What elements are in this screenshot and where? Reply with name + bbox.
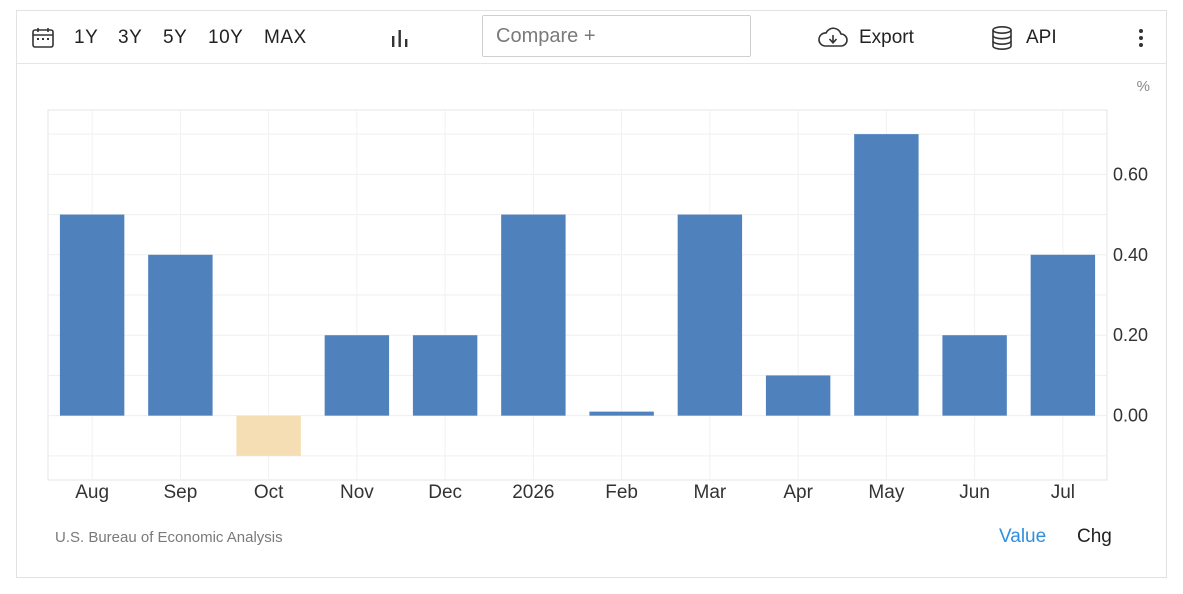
x-tick-label: Nov <box>340 482 374 503</box>
x-tick-label: Mar <box>694 482 727 503</box>
x-tick-label: Sep <box>163 482 197 503</box>
bar-jul <box>1030 254 1096 416</box>
database-icon[interactable] <box>991 11 1013 64</box>
bar-oct <box>236 415 301 456</box>
y-tick-label: 0.20 <box>1113 325 1148 345</box>
bar-jun <box>942 335 1007 416</box>
bar-sep <box>148 254 213 416</box>
value-toggle[interactable]: Value <box>999 526 1046 548</box>
y-tick-label: 0.60 <box>1113 164 1148 184</box>
source-attribution: U.S. Bureau of Economic Analysis <box>55 529 283 546</box>
chart-widget: 1Y 3Y 5Y 10Y MAX Compare + Export API Au… <box>16 10 1167 578</box>
range-3y-button[interactable]: 3Y <box>118 11 142 64</box>
more-options-icon[interactable] <box>1137 11 1145 64</box>
compare-input[interactable]: Compare + <box>482 15 751 57</box>
x-tick-label: Jul <box>1051 482 1075 503</box>
x-tick-label: 2026 <box>512 482 554 503</box>
bar-chart: Aug Sep Oct Nov Dec 2026 Feb Mar Apr May Jun Jul 0.0… <box>47 78 1150 503</box>
x-tick-label: May <box>868 482 904 503</box>
export-button[interactable]: Export <box>859 11 914 64</box>
chart-toolbar: 1Y 3Y 5Y 10Y MAX Compare + Export API <box>17 11 1166 64</box>
bar-chart-icon[interactable] <box>390 11 410 64</box>
chg-toggle[interactable]: Chg <box>1077 526 1112 548</box>
cloud-download-icon[interactable] <box>817 11 849 64</box>
chart-area: Aug Sep Oct Nov Dec 2026 Feb Mar Apr May Jun Jul 0.0… <box>17 65 1166 520</box>
y-tick-label: 0.00 <box>1113 406 1148 426</box>
y-unit-label: % <box>1137 78 1150 95</box>
y-tick-label: 0.40 <box>1113 245 1148 265</box>
x-tick-label: Oct <box>254 482 284 503</box>
bar-apr <box>765 375 831 416</box>
bar-2026 <box>501 214 566 416</box>
range-max-button[interactable]: MAX <box>264 11 307 64</box>
x-tick-label: Feb <box>605 482 638 503</box>
bar-nov <box>324 335 390 416</box>
api-button[interactable]: API <box>1026 11 1057 64</box>
range-10y-button[interactable]: 10Y <box>208 11 243 64</box>
bar-mar <box>677 214 743 416</box>
x-tick-label: Aug <box>75 482 109 503</box>
range-5y-button[interactable]: 5Y <box>163 11 187 64</box>
x-tick-label: Apr <box>783 482 813 503</box>
bar-aug <box>59 214 125 416</box>
calendar-icon[interactable] <box>31 11 55 64</box>
x-tick-label: Dec <box>428 482 462 503</box>
bar-feb <box>589 411 654 416</box>
bar-may <box>854 134 919 416</box>
bar-dec <box>412 335 478 416</box>
range-1y-button[interactable]: 1Y <box>74 11 98 64</box>
x-tick-label: Jun <box>959 482 990 503</box>
